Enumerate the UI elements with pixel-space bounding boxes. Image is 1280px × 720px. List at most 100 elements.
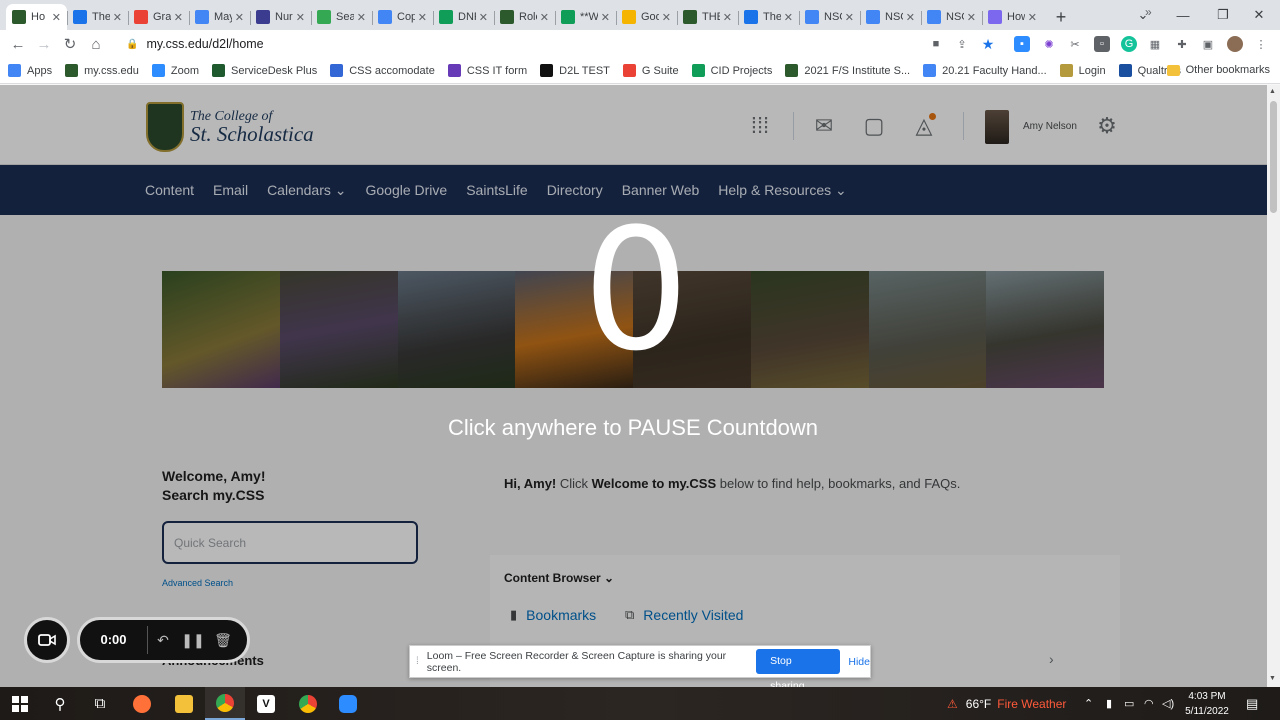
hide-button[interactable]: Hide: [848, 656, 870, 668]
calculator-extension-icon[interactable]: ▦: [1147, 36, 1163, 52]
bookmark-item[interactable]: Login: [1059, 64, 1106, 77]
close-tab-icon[interactable]: ✕: [906, 11, 915, 24]
scissors-extension-icon[interactable]: ✂: [1067, 36, 1083, 52]
bookmark-item[interactable]: CID Projects: [691, 64, 772, 77]
bookmark-item[interactable]: 20.21 Faculty Hand...: [923, 64, 1047, 77]
scroll-down-icon[interactable]: ▼: [1269, 675, 1276, 682]
browser-tab[interactable]: Ho ✕: [6, 4, 67, 30]
browser-tab[interactable]: DNP✕: [433, 4, 494, 30]
pause-icon[interactable]: ❚❚: [178, 632, 208, 649]
more-bookmarks-chevron-icon[interactable]: »: [1145, 5, 1152, 19]
profile-avatar-icon[interactable]: [1227, 36, 1243, 52]
file-explorer-icon[interactable]: [164, 687, 204, 720]
countdown-number: 0: [582, 192, 690, 388]
taskbar-clock[interactable]: 4:03 PM 5/11/2022: [1182, 689, 1232, 719]
close-tab-icon[interactable]: ✕: [479, 11, 488, 24]
countdown-overlay[interactable]: 0 Click anywhere to PAUSE Countdown: [0, 85, 1267, 687]
close-tab-icon[interactable]: ✕: [845, 11, 854, 24]
address-bar[interactable]: 🔒 my.css.edu/d2l/home: [116, 32, 1008, 56]
bookmark-item[interactable]: D2L TEST: [540, 64, 610, 77]
bookmark-item[interactable]: Apps: [8, 64, 52, 77]
bookmark-item[interactable]: ServiceDesk Plus: [212, 64, 317, 77]
drag-grip-icon[interactable]: ⁞: [416, 656, 419, 667]
chrome-menu-icon[interactable]: ⋮: [1253, 36, 1269, 52]
scroll-up-icon[interactable]: ▲: [1269, 88, 1276, 95]
browser-tab[interactable]: How t✕: [982, 4, 1043, 30]
new-tab-button[interactable]: +: [1047, 4, 1075, 30]
browser-tab[interactable]: Grad✕: [128, 4, 189, 30]
zoom-taskbar-icon[interactable]: [328, 687, 368, 720]
grammarly-icon[interactable]: G: [1121, 36, 1137, 52]
bookmark-item[interactable]: 2021 F/S Institute S...: [785, 64, 910, 77]
browser-tab[interactable]: THE D✕: [677, 4, 738, 30]
search-icon[interactable]: ⚲: [40, 687, 80, 720]
browser-tab[interactable]: Googl✕: [616, 4, 677, 30]
close-window-button[interactable]: ✕: [1236, 0, 1280, 30]
page-scrollbar[interactable]: ▲ ▼: [1267, 85, 1280, 687]
zoom-extension-icon[interactable]: ▪: [1014, 36, 1030, 52]
chrome-profile-icon[interactable]: [288, 687, 328, 720]
windows-start-icon[interactable]: [0, 687, 40, 720]
color-extension-icon[interactable]: ✺: [1041, 36, 1057, 52]
reload-icon[interactable]: ↻: [57, 31, 83, 57]
scroll-thumb[interactable]: [1270, 101, 1277, 213]
other-bookmarks[interactable]: Other bookmarks: [1166, 64, 1270, 76]
close-tab-icon[interactable]: ✕: [723, 11, 732, 24]
trash-icon[interactable]: 🗑: [208, 632, 238, 649]
browser-tab[interactable]: May✕: [189, 4, 250, 30]
browser-tab[interactable]: The C✕: [738, 4, 799, 30]
browser-tab[interactable]: NSG 8✕: [921, 4, 982, 30]
browser-tab[interactable]: Copy✕: [372, 4, 433, 30]
close-tab-icon[interactable]: ✕: [784, 11, 793, 24]
tray-chevron-icon[interactable]: ⌃: [1084, 687, 1093, 720]
bookmark-item[interactable]: CSS accomodate: [330, 64, 435, 77]
usb-icon[interactable]: ▮: [1106, 687, 1112, 720]
camera-icon[interactable]: ■: [928, 36, 944, 52]
task-view-icon[interactable]: ⧉: [80, 687, 120, 720]
bookmark-item[interactable]: CSS IT form: [447, 64, 527, 77]
browser-tab[interactable]: NSG 8✕: [860, 4, 921, 30]
bookmark-star-icon[interactable]: ★: [980, 36, 996, 52]
volume-icon[interactable]: ◁): [1162, 687, 1174, 720]
home-icon[interactable]: ⌂: [83, 31, 109, 57]
close-tab-icon[interactable]: ✕: [357, 11, 366, 24]
bookmark-item[interactable]: Zoom: [151, 64, 199, 77]
vectorworks-icon[interactable]: V: [246, 687, 286, 720]
bookmark-favicon-icon: [923, 64, 937, 77]
close-tab-icon[interactable]: ✕: [296, 11, 305, 24]
close-tab-icon[interactable]: ✕: [1028, 11, 1037, 24]
weather-widget[interactable]: ⚠ 66°F Fire Weather: [947, 687, 1066, 720]
screenshot-extension-icon[interactable]: ▫: [1094, 36, 1110, 52]
battery-icon[interactable]: ▭: [1124, 687, 1134, 720]
close-tab-icon[interactable]: ✕: [52, 11, 61, 24]
close-tab-icon[interactable]: ✕: [418, 11, 427, 24]
close-tab-icon[interactable]: ✕: [967, 11, 976, 24]
forward-icon[interactable]: →: [31, 31, 57, 57]
close-tab-icon[interactable]: ✕: [662, 11, 671, 24]
firefox-icon[interactable]: [122, 687, 162, 720]
browser-tab[interactable]: Search✕: [311, 4, 372, 30]
close-tab-icon[interactable]: ✕: [601, 11, 610, 24]
browser-tab[interactable]: The C✕: [67, 4, 128, 30]
close-tab-icon[interactable]: ✕: [540, 11, 549, 24]
close-tab-icon[interactable]: ✕: [235, 11, 244, 24]
wifi-icon[interactable]: ◠: [1144, 687, 1154, 720]
share-icon[interactable]: ⇪: [954, 36, 970, 52]
bookmark-item[interactable]: my.css.edu: [65, 64, 139, 77]
browser-tab[interactable]: **Wel✕: [555, 4, 616, 30]
side-panel-icon[interactable]: ▣: [1200, 36, 1216, 52]
chrome-taskbar-icon[interactable]: [205, 687, 245, 720]
browser-tab[interactable]: Nurse✕: [250, 4, 311, 30]
bookmark-item[interactable]: G Suite: [622, 64, 679, 77]
close-tab-icon[interactable]: ✕: [113, 11, 122, 24]
lock-icon[interactable]: 🔒: [126, 39, 138, 50]
browser-tab[interactable]: NSG 8✕: [799, 4, 860, 30]
extensions-puzzle-icon[interactable]: ✚: [1174, 36, 1190, 52]
close-tab-icon[interactable]: ✕: [174, 11, 183, 24]
back-icon[interactable]: ←: [5, 31, 31, 57]
notification-center-icon[interactable]: ▤: [1246, 687, 1258, 720]
loom-camera-button[interactable]: [24, 617, 70, 663]
undo-icon[interactable]: ↶: [148, 632, 178, 649]
stop-sharing-button[interactable]: Stop sharing: [756, 649, 841, 692]
browser-tab[interactable]: Roles✕: [494, 4, 555, 30]
